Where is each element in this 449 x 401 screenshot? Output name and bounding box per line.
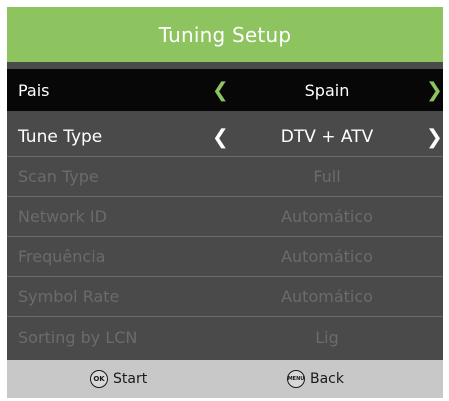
- menu-item-frequency: Frequência Automático: [7, 237, 443, 277]
- menu-item-value: Automático: [281, 247, 373, 266]
- menu-item-label: Tune Type: [18, 126, 103, 147]
- menu-item-value: Full: [313, 167, 341, 186]
- menu-item-scan-type: Scan Type Full: [7, 157, 443, 197]
- menu-button-icon: MENU: [287, 370, 305, 388]
- menu-item-label: Scan Type: [18, 167, 99, 186]
- chevron-left-icon[interactable]: ❮: [212, 126, 229, 146]
- menu-item-label: Symbol Rate: [18, 287, 120, 306]
- menu-item-value: Automático: [281, 287, 373, 306]
- panel-title: Tuning Setup: [7, 7, 443, 62]
- start-button[interactable]: OK Start: [90, 360, 147, 398]
- tuning-setup-panel: Tuning Setup Pais ❮ Spain ❯ Tune Type ❮ …: [7, 7, 443, 398]
- menu-item-pais[interactable]: Pais ❮ Spain ❯: [7, 69, 443, 111]
- menu-item-value: DTV + ATV: [280, 126, 374, 147]
- back-label: Back: [310, 371, 344, 387]
- menu-item-value: Spain: [304, 80, 350, 100]
- chevron-right-icon[interactable]: ❯: [426, 126, 443, 146]
- menu-item-label: Frequência: [18, 247, 106, 266]
- ok-button-icon: OK: [90, 370, 108, 388]
- menu-item-value: Automático: [281, 207, 373, 226]
- menu-item-sorting-lcn: Sorting by LCN Lig: [7, 317, 443, 357]
- menu-item-label: Pais: [18, 80, 50, 100]
- menu-item-label: Sorting by LCN: [18, 327, 138, 347]
- menu-item-symbol-rate: Symbol Rate Automático: [7, 277, 443, 317]
- menu-item-value: Lig: [315, 327, 339, 347]
- chevron-left-icon[interactable]: ❮: [212, 80, 229, 100]
- back-button[interactable]: MENU Back: [287, 360, 344, 398]
- menu-item-tune-type[interactable]: Tune Type ❮ DTV + ATV ❯: [7, 117, 443, 157]
- footer-bar: OK Start MENU Back: [7, 360, 443, 398]
- menu-item-network-id: Network ID Automático: [7, 197, 443, 237]
- start-label: Start: [113, 371, 148, 387]
- chevron-right-icon[interactable]: ❯: [426, 80, 443, 100]
- menu-item-label: Network ID: [18, 207, 107, 226]
